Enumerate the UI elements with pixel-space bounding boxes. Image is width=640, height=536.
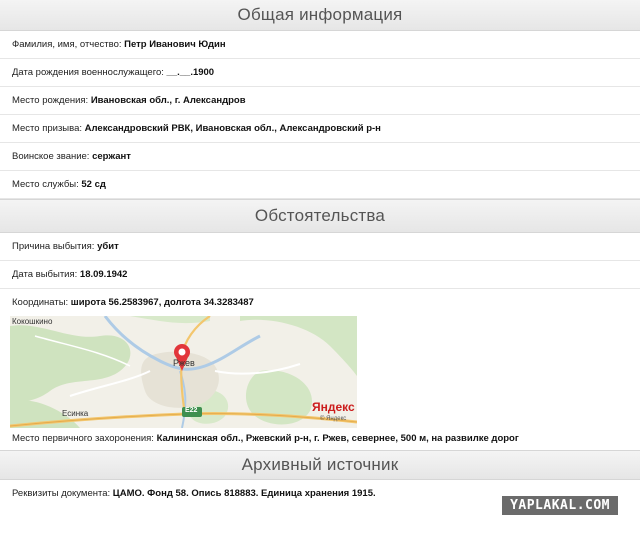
map-label-kokoshkino: Кокошкино — [12, 317, 53, 326]
yandex-logo[interactable]: Яндекс — [312, 400, 355, 414]
row-label: Фамилия, имя, отчество: — [12, 39, 125, 50]
row-label: Место призыва: — [12, 123, 85, 134]
row-value: сержант — [92, 151, 131, 162]
location-map[interactable]: Кокошкино Ржев Есинка E22 Яндекс © Яндек… — [10, 316, 357, 428]
general-section-title: Общая информация — [0, 0, 640, 31]
row-value: ЦАМО. Фонд 58. Опись 818883. Единица хра… — [112, 488, 376, 499]
row-value: Калининская обл., Ржевский р-н, г. Ржев,… — [156, 433, 519, 444]
row-label: Реквизиты документа: — [12, 488, 113, 499]
archive-section-title: Архивный источник — [0, 450, 640, 480]
info-row-unit: Место службы: 52 сд — [0, 171, 640, 199]
info-row-conscription: Место призыва: Александровский РВК, Иван… — [0, 115, 640, 143]
info-row-rank: Воинское звание: сержант — [0, 143, 640, 171]
row-value: 18.09.1942 — [79, 269, 128, 280]
info-row-birthdate: Дата рождения военнослужащего: __.__.190… — [0, 59, 640, 87]
map-label-esinka: Есинка — [62, 409, 89, 418]
row-value: Александровский РВК, Ивановская обл., Ал… — [84, 123, 381, 134]
yandex-copyright: © Яндекс — [320, 416, 347, 422]
info-row-reason: Причина выбытия: убит — [0, 233, 640, 261]
row-label: Место первичного захоронения: — [12, 433, 157, 444]
row-label: Место службы: — [12, 179, 82, 190]
row-label: Дата рождения военнослужащего: — [12, 67, 167, 78]
info-row-birthplace: Место рождения: Ивановская обл., г. Алек… — [0, 87, 640, 115]
info-row-name: Фамилия, имя, отчество: Петр Иванович Юд… — [0, 31, 640, 59]
info-row-coordinates: Координаты: широта 56.2583967, долгота 3… — [0, 289, 640, 316]
row-value: __.__.1900 — [166, 67, 215, 78]
map-label-road: E22 — [185, 407, 198, 414]
info-row-date: Дата выбытия: 18.09.1942 — [0, 261, 640, 289]
map-label-rzhev: Ржев — [173, 358, 195, 368]
row-label: Причина выбытия: — [12, 241, 98, 252]
site-watermark: YAPLAKAL.COM — [502, 496, 618, 515]
row-label: Место рождения: — [12, 95, 91, 106]
info-row-burial: Место первичного захоронения: Калининска… — [0, 428, 640, 450]
general-section: Общая информация Фамилия, имя, отчество:… — [0, 0, 640, 199]
circumstances-section: Обстоятельства Причина выбытия: убит Дат… — [0, 199, 640, 450]
row-label: Дата выбытия: — [12, 269, 80, 280]
row-label: Воинское звание: — [12, 151, 93, 162]
row-value: 52 сд — [81, 179, 106, 190]
row-value: Ивановская обл., г. Александров — [90, 95, 246, 106]
row-value: широта 56.2583967, долгота 34.3283487 — [70, 297, 254, 308]
circumstances-section-title: Обстоятельства — [0, 199, 640, 233]
row-label: Координаты: — [12, 297, 71, 308]
row-value: Петр Иванович Юдин — [124, 39, 226, 50]
row-value: убит — [97, 241, 119, 252]
